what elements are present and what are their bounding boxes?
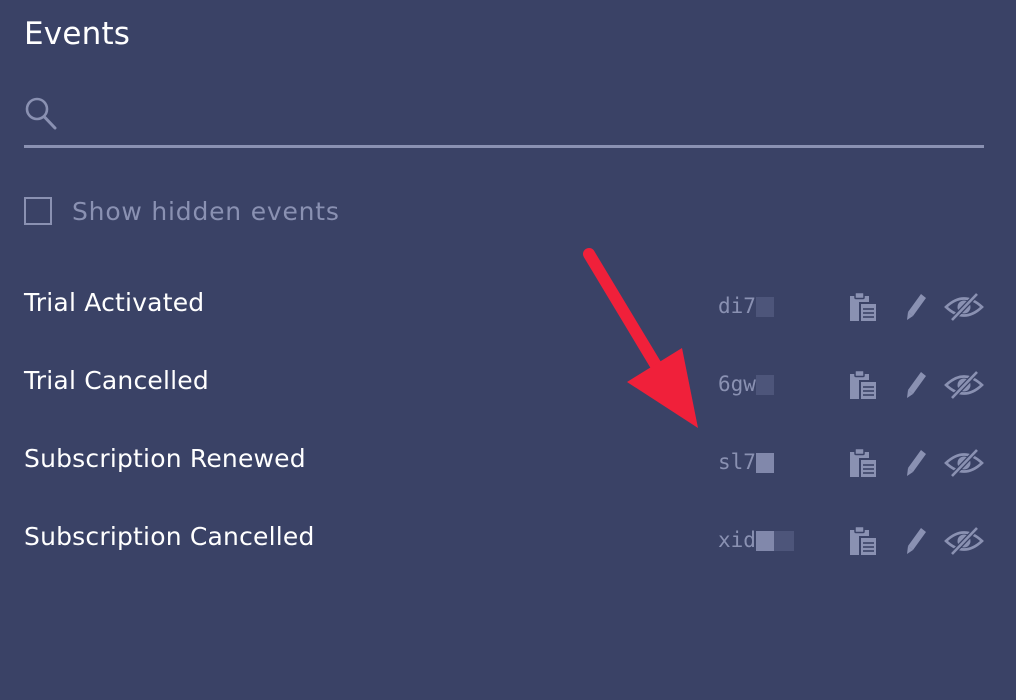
redacted-mask bbox=[773, 531, 794, 551]
event-id: di7 bbox=[718, 294, 774, 318]
edit-button[interactable] bbox=[902, 290, 932, 324]
event-id: xid bbox=[718, 528, 794, 552]
event-id-text: sl7 bbox=[718, 450, 756, 474]
event-list: Trial Activated di7 Trial Cancelled 6gw … bbox=[24, 268, 984, 580]
event-name: Trial Activated bbox=[24, 288, 205, 317]
eye-slash-icon bbox=[944, 292, 984, 322]
event-actions bbox=[848, 368, 984, 402]
hide-button[interactable] bbox=[944, 290, 984, 324]
eye-slash-icon bbox=[944, 370, 984, 400]
redacted-mask bbox=[755, 297, 774, 317]
pencil-icon bbox=[907, 294, 926, 320]
event-id-text: 6gw bbox=[718, 372, 756, 396]
event-id-text: xid bbox=[718, 528, 756, 552]
redacted-mask bbox=[755, 531, 774, 551]
pencil-icon bbox=[907, 528, 926, 554]
event-actions bbox=[848, 524, 984, 558]
event-actions bbox=[848, 446, 984, 480]
event-name: Subscription Renewed bbox=[24, 444, 306, 473]
show-hidden-label: Show hidden events bbox=[72, 196, 340, 226]
copy-button[interactable] bbox=[848, 446, 880, 480]
event-row: Trial Activated di7 bbox=[24, 268, 984, 346]
eye-slash-icon bbox=[944, 448, 984, 478]
event-actions bbox=[848, 290, 984, 324]
pencil-icon bbox=[907, 372, 926, 398]
event-row: Subscription Renewed sl7 bbox=[24, 424, 984, 502]
search-bar[interactable] bbox=[24, 92, 984, 148]
edit-button[interactable] bbox=[902, 368, 932, 402]
pencil-icon bbox=[907, 450, 926, 476]
search-icon bbox=[25, 97, 57, 130]
edit-button[interactable] bbox=[902, 446, 932, 480]
edit-button[interactable] bbox=[902, 524, 932, 558]
show-hidden-events-toggle[interactable]: Show hidden events bbox=[24, 194, 340, 228]
copy-button[interactable] bbox=[848, 368, 880, 402]
redacted-mask bbox=[755, 453, 774, 473]
event-id: sl7 bbox=[718, 450, 774, 474]
event-name: Subscription Cancelled bbox=[24, 522, 315, 551]
clipboard-icon bbox=[850, 447, 878, 479]
show-hidden-checkbox[interactable] bbox=[24, 197, 52, 225]
clipboard-icon bbox=[850, 525, 878, 557]
hide-button[interactable] bbox=[944, 368, 984, 402]
search-input[interactable] bbox=[72, 94, 976, 136]
eye-slash-icon bbox=[944, 526, 984, 556]
event-row: Subscription Cancelled xid bbox=[24, 502, 984, 580]
redacted-mask bbox=[755, 375, 774, 395]
clipboard-icon bbox=[850, 291, 878, 323]
copy-button[interactable] bbox=[848, 290, 880, 324]
panel-title: Events bbox=[24, 16, 131, 52]
hide-button[interactable] bbox=[944, 446, 984, 480]
event-row: Trial Cancelled 6gw bbox=[24, 346, 984, 424]
copy-button[interactable] bbox=[848, 524, 880, 558]
hide-button[interactable] bbox=[944, 524, 984, 558]
event-id-text: di7 bbox=[718, 294, 756, 318]
event-id: 6gw bbox=[718, 372, 774, 396]
clipboard-icon bbox=[850, 369, 878, 401]
event-name: Trial Cancelled bbox=[24, 366, 209, 395]
